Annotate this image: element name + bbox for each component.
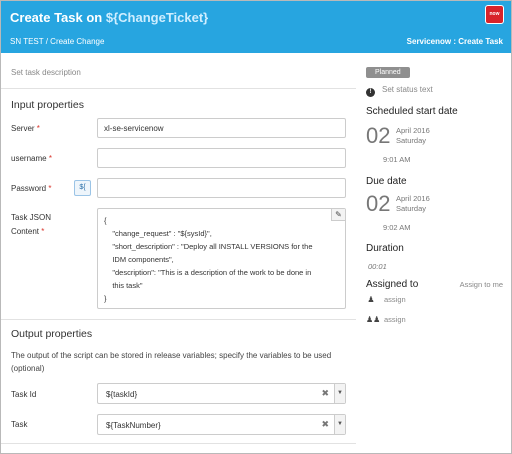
task-id-select[interactable]: ${taskId} ✖ ▼	[97, 383, 346, 404]
duration-value[interactable]: 00:01	[368, 262, 387, 271]
json-line: IDM components",	[104, 255, 174, 264]
clear-icon[interactable]: ✖	[321, 388, 329, 399]
team-icon: ♟♟	[366, 315, 381, 324]
task-json-content-textarea[interactable]: { "change_request" : "${sysId}", "short_…	[97, 208, 346, 309]
task-value: ${TaskNumber}	[106, 421, 161, 430]
username-input[interactable]	[97, 148, 346, 168]
assign-user-row[interactable]: ♟ assign	[366, 295, 406, 304]
password-label: Password *	[11, 184, 52, 193]
scheduled-start-day[interactable]: 02	[366, 123, 390, 149]
scheduled-start-month: April 2016	[396, 126, 430, 135]
task-select[interactable]: ${TaskNumber} ✖ ▼	[97, 414, 346, 435]
username-label: username *	[11, 154, 52, 163]
input-properties-title: Input properties	[11, 99, 84, 111]
divider	[1, 319, 356, 320]
json-line: "short_description" : "Deploy all INSTAL…	[104, 242, 313, 251]
password-variable-button[interactable]: ${	[74, 180, 91, 196]
user-icon: ♟	[367, 295, 375, 304]
dialog-header: Create Task on ${ChangeTicket} SN TEST /…	[1, 1, 511, 53]
assign-team-row[interactable]: ♟♟ assign	[366, 315, 406, 324]
due-date-title: Due date	[366, 176, 407, 187]
json-line: "description": "This is a description of…	[104, 268, 312, 277]
duration-title: Duration	[366, 243, 404, 254]
divider	[1, 443, 356, 444]
breadcrumb[interactable]: SN TEST / Create Change	[10, 37, 104, 46]
task-id-label: Task Id	[11, 390, 37, 399]
assigned-to-title: Assigned to	[366, 279, 419, 290]
task-label: Task	[11, 420, 28, 429]
divider	[1, 88, 356, 89]
due-date-weekday: Saturday	[396, 204, 427, 213]
assign-to-me-link[interactable]: Assign to me	[460, 280, 503, 289]
task-json-label-line2: Content *	[11, 227, 45, 236]
status-badge: Planned	[366, 67, 410, 78]
task-main-panel: Set task description Input properties Se…	[1, 53, 356, 453]
create-task-dialog: Create Task on ${ChangeTicket} SN TEST /…	[0, 0, 512, 454]
exclamation-icon: !	[366, 88, 375, 97]
status-text[interactable]: Set status text	[382, 85, 433, 94]
task-json-label: Task JSON	[11, 213, 52, 222]
scheduled-start-title: Scheduled start date	[366, 106, 458, 117]
title-prefix: Create Task on	[10, 10, 106, 25]
status-text-row[interactable]: ! Set status text	[366, 85, 433, 97]
output-description: The output of the script can be stored i…	[11, 351, 332, 373]
clear-icon[interactable]: ✖	[321, 419, 329, 430]
servicenow-logo-icon: now	[486, 6, 503, 23]
scheduled-start-weekday: Saturday	[396, 136, 427, 145]
title-variable: ${ChangeTicket}	[105, 10, 209, 25]
output-properties-title: Output properties	[11, 328, 93, 340]
json-line: }	[104, 294, 107, 303]
task-details-sidebar: Planned ! Set status text Scheduled start…	[356, 53, 511, 453]
assign-team-link[interactable]: assign	[384, 315, 406, 324]
password-input[interactable]	[97, 178, 346, 198]
scheduled-start-time[interactable]: 9:01 AM	[383, 155, 411, 164]
json-line: "change_request" : "${sysId}",	[104, 229, 212, 238]
task-id-value: ${taskId}	[106, 390, 138, 399]
pencil-edit-icon[interactable]: ✎	[331, 209, 345, 221]
dialog-title: Create Task on ${ChangeTicket}	[10, 10, 208, 25]
task-description-field[interactable]: Set task description	[11, 68, 81, 77]
due-date-time[interactable]: 9:02 AM	[383, 223, 411, 232]
server-label: Server *	[11, 124, 40, 133]
due-date-month: April 2016	[396, 194, 430, 203]
assign-user-link[interactable]: assign	[384, 295, 406, 304]
json-line: {	[104, 216, 107, 225]
chevron-down-icon[interactable]: ▼	[334, 384, 345, 403]
chevron-down-icon[interactable]: ▼	[334, 415, 345, 434]
due-date-day[interactable]: 02	[366, 191, 390, 217]
task-type-label: Servicenow : Create Task	[406, 37, 503, 46]
json-line: this task"	[104, 281, 143, 290]
server-input[interactable]: xl-se-servicenow	[97, 118, 346, 138]
